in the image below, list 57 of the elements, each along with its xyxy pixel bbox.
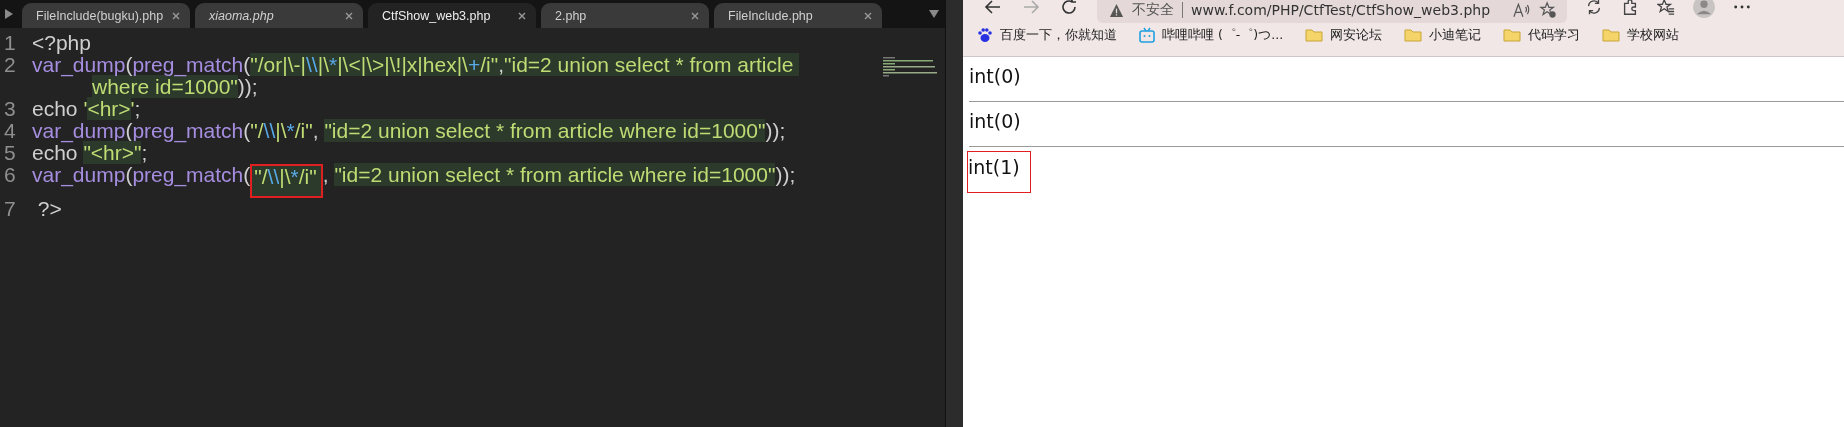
output-text: int(0) <box>969 109 1022 134</box>
refresh-icon[interactable] <box>1059 0 1079 17</box>
folder-icon <box>1305 28 1324 42</box>
close-icon[interactable] <box>864 11 872 20</box>
folder-icon <box>1602 28 1621 42</box>
line-number: 2 <box>3 54 17 78</box>
code-text: <?php <box>32 31 91 54</box>
sync-icon[interactable] <box>1585 0 1603 16</box>
editor-tab[interactable]: FileInclude.php <box>714 3 882 28</box>
paw-icon <box>977 27 993 43</box>
close-icon[interactable] <box>172 11 180 20</box>
code-text: var_dump(preg_match("/or|\-|\\|\*|\<|\>|\!|x|hex|\+/i","id=2 union select * from article <box>32 53 800 76</box>
bookmark-item[interactable]: 百度一下，你就知道 <box>977 26 1117 44</box>
close-icon[interactable] <box>691 11 699 20</box>
favorite-add-icon[interactable] <box>1539 1 1557 19</box>
code-text: where id=1000")); <box>92 75 258 98</box>
tv-icon <box>1139 27 1155 43</box>
code-text: , "id=2 union select * from article where id=1000")); <box>322 163 796 186</box>
editor-tab[interactable]: FileInclude(bugku).php <box>22 3 190 28</box>
url-text: www.f.com/PHP/CtfTest/CtfShow_web3.php <box>1191 2 1491 18</box>
folder-icon <box>1503 28 1522 42</box>
close-icon[interactable] <box>345 11 353 20</box>
editor-tab[interactable]: CtfShow_web3.php <box>368 3 536 28</box>
line-number: 6 <box>3 164 17 188</box>
code-text: ?> <box>36 197 62 220</box>
code-text: echo "<hr>"; <box>32 141 148 164</box>
output-text: int(1) <box>967 151 1031 193</box>
line-number: 4 <box>3 120 17 142</box>
annotation-box: "/\\|\*/i" <box>250 164 323 198</box>
bookmark-item[interactable]: 小迪笔记 <box>1404 26 1482 44</box>
scrollbar[interactable] <box>945 0 963 427</box>
output-text: int(0) <box>969 64 1022 89</box>
security-label: 不安全 <box>1132 1 1174 19</box>
line-number: 1 <box>3 32 17 54</box>
warning-icon <box>1109 2 1124 18</box>
scroll-left-icon[interactable] <box>4 9 14 19</box>
code-text: echo '<hr>'; <box>32 97 141 120</box>
dropdown-icon[interactable] <box>929 10 939 18</box>
bookmark-item[interactable]: 代码学习 <box>1503 26 1581 44</box>
editor-tab[interactable]: 2.php <box>541 3 709 28</box>
bookmark-item[interactable]: 网安论坛 <box>1305 26 1383 44</box>
close-icon[interactable] <box>518 11 526 20</box>
minimap-drawing <box>883 56 939 78</box>
profile-avatar-icon[interactable] <box>1693 0 1715 18</box>
address-bar[interactable]: 不安全 www.f.com/PHP/CtfTest/CtfShow_web3.php <box>1097 0 1567 23</box>
code-text: var_dump(preg_match( <box>32 163 251 186</box>
line-number: 5 <box>3 142 17 164</box>
line-number: 3 <box>3 98 17 120</box>
bookmark-item[interactable]: 哔哩哔哩 (゜-゜)つ... <box>1139 26 1284 44</box>
extensions-icon[interactable] <box>1621 0 1639 16</box>
favorites-icon[interactable] <box>1657 0 1675 16</box>
bookmark-item[interactable]: 学校网站 <box>1602 26 1680 44</box>
editor-tab[interactable]: xiaoma.php <box>195 3 363 28</box>
more-icon[interactable] <box>1733 4 1751 10</box>
folder-icon <box>1404 28 1423 42</box>
read-aloud-icon[interactable] <box>1513 2 1531 18</box>
line-number: 7 <box>3 198 17 220</box>
